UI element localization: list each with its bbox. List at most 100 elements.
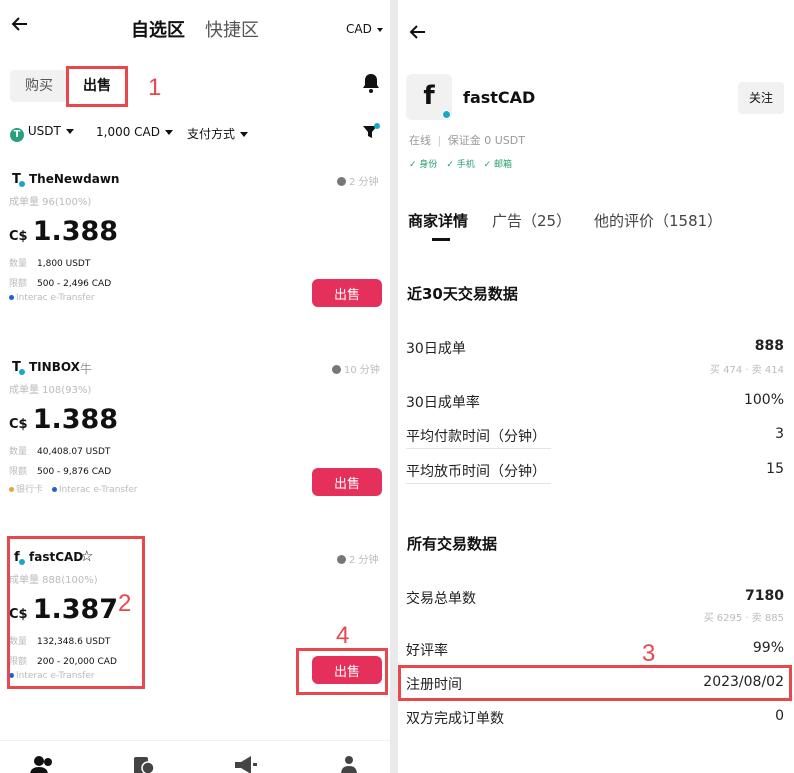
- total-orders-label: 交易总单数: [406, 591, 476, 607]
- back-arrow-icon[interactable]: [408, 22, 428, 42]
- follow-button[interactable]: 关注: [738, 82, 784, 114]
- merchant-stats: 成单量 108(93%): [9, 385, 92, 396]
- limit-row: 限额 500 - 9,876 CAD: [9, 464, 111, 477]
- payment-method: Interac e-Transfer: [9, 293, 95, 303]
- merchant-status: 在线 | 保证金 0 USDT: [409, 134, 525, 147]
- merchant-name: fastCAD: [463, 88, 536, 107]
- online-status: 在线: [409, 134, 431, 147]
- tab-express[interactable]: 快捷区: [205, 16, 259, 42]
- payment-method: 银行卡 Interac e-Transfer: [9, 482, 138, 495]
- payment-filter[interactable]: 支付方式: [187, 125, 249, 142]
- verify-identity: 身份: [419, 160, 438, 170]
- payment-dot-icon: [51, 487, 57, 492]
- bottom-nav: [0, 740, 390, 773]
- completion-rate-row: 30日成单率 100%: [406, 392, 784, 412]
- tab-merchant-details[interactable]: 商家详情: [408, 210, 468, 231]
- merchant-card[interactable]: T TheNewdawn 2 分钟 成单量 96(100%) C$ 1.388 …: [0, 160, 390, 320]
- total-orders-value: 7180: [745, 588, 784, 604]
- amount-filter[interactable]: 1,000 CAD: [96, 125, 173, 139]
- check-icon: ✓: [409, 160, 417, 170]
- check-icon: ✓: [446, 160, 454, 170]
- quantity-label: 数量: [9, 259, 28, 269]
- coin-filter-label: USDT: [27, 124, 61, 138]
- usdt-icon: T: [10, 128, 24, 142]
- people-icon[interactable]: [30, 755, 56, 773]
- buy-tab[interactable]: 购买: [10, 70, 68, 102]
- avg-pay-time-label: 平均付款时间（分钟）: [406, 429, 546, 445]
- tab-ads[interactable]: 广告（25）: [492, 210, 571, 231]
- merchant-badge-icon: 牛: [80, 362, 93, 376]
- annotation-box-3: [398, 665, 792, 701]
- orders-30d-value: 888: [754, 338, 784, 354]
- deposit-info: 保证金 0 USDT: [447, 134, 525, 147]
- annotation-number-4: 4: [336, 622, 350, 649]
- annotation-box-1: [66, 66, 128, 107]
- clock-icon: [337, 555, 346, 564]
- merchant-card[interactable]: T TINBOX 牛 10 分钟 成单量 108(93%) C$ 1.388 数…: [0, 348, 390, 508]
- price-currency: C$: [9, 417, 28, 432]
- verify-email: 邮箱: [494, 160, 513, 170]
- offer-list-screen: 自选区 快捷区 CAD 购买 出售 1 T USDT 1,000 CAD 支付方…: [0, 0, 390, 773]
- payment-method-label: Interac e-Transfer: [58, 485, 138, 495]
- price-value: 1.388: [32, 404, 119, 435]
- currency-label: CAD: [346, 22, 372, 36]
- avg-release-time-label: 平均放币时间（分钟）: [406, 464, 546, 480]
- payment-dot-icon: [9, 487, 14, 492]
- orders-30d-split: 买 474 · 卖 414: [709, 365, 784, 376]
- annotation-number-1: 1: [148, 74, 162, 101]
- amount-filter-label: 1,000 CAD: [96, 125, 160, 139]
- total-orders-row: 交易总单数 7180: [406, 588, 784, 608]
- sell-button[interactable]: 出售: [312, 279, 382, 307]
- bell-icon[interactable]: [362, 73, 380, 93]
- mutual-orders-label: 双方完成订单数: [406, 711, 504, 727]
- response-time: 2 分钟: [337, 173, 379, 188]
- sell-button[interactable]: 出售: [312, 468, 382, 496]
- orders-icon[interactable]: [133, 755, 155, 773]
- profile-icon[interactable]: [340, 755, 358, 773]
- coin-filter[interactable]: T USDT: [10, 124, 74, 142]
- verify-phone: 手机: [456, 160, 475, 170]
- limit-row: 限额 500 - 2,496 CAD: [9, 276, 111, 289]
- limit-value: 500 - 2,496 CAD: [37, 279, 112, 289]
- avg-release-time-row: 平均放币时间（分钟） 15: [406, 461, 784, 481]
- merchant-name[interactable]: TINBOX: [29, 360, 80, 374]
- limit-label: 限额: [9, 467, 28, 477]
- currency-selector[interactable]: CAD: [346, 22, 383, 36]
- online-dot-icon: [442, 110, 451, 119]
- response-time: 2 分钟: [337, 551, 379, 566]
- response-time: 10 分钟: [332, 361, 380, 376]
- mutual-orders-row: 双方完成订单数 0: [406, 708, 784, 728]
- tab-favorites[interactable]: 自选区: [131, 16, 185, 42]
- clock-icon: [337, 177, 346, 186]
- back-arrow-icon[interactable]: [10, 14, 30, 34]
- mutual-orders-value: 0: [775, 708, 784, 724]
- filter-funnel-icon[interactable]: [362, 123, 380, 141]
- merchant-name[interactable]: TheNewdawn: [29, 172, 119, 186]
- avg-release-time-value: 15: [766, 461, 784, 477]
- annotation-number-3: 3: [642, 640, 656, 667]
- price: C$ 1.388: [9, 404, 118, 435]
- merchant-detail-screen: f fastCAD 关注 在线 | 保证金 0 USDT ✓ 身份 ✓ 手机 ✓…: [398, 0, 794, 773]
- response-time-value: 2 分钟: [349, 177, 379, 188]
- tab-reviews[interactable]: 他的评价（1581）: [594, 210, 722, 231]
- payment-filter-label: 支付方式: [187, 127, 236, 141]
- good-rating-label: 好评率: [406, 643, 448, 659]
- response-time-value: 2 分钟: [349, 555, 379, 566]
- payment-method-label: 银行卡: [16, 485, 44, 495]
- section-title-30d: 近30天交易数据: [407, 285, 518, 303]
- payment-dot-icon: [9, 295, 14, 300]
- price: C$ 1.388: [9, 216, 118, 247]
- avg-pay-time-value: 3: [775, 426, 784, 442]
- price-value: 1.388: [32, 216, 119, 247]
- limit-value: 500 - 9,876 CAD: [37, 467, 112, 477]
- good-rating-value: 99%: [752, 640, 784, 656]
- merchant-avatar-initial: f: [423, 81, 435, 111]
- response-time-value: 10 分钟: [344, 365, 380, 376]
- annotation-number-2: 2: [118, 590, 132, 617]
- megaphone-icon[interactable]: [234, 756, 258, 773]
- completion-rate-label: 30日成单率: [406, 395, 480, 411]
- chevron-down-icon: [376, 27, 383, 32]
- orders-30d-row: 30日成单 888: [406, 338, 784, 358]
- quantity-value: 1,800 USDT: [37, 259, 91, 269]
- check-icon: ✓: [483, 160, 492, 170]
